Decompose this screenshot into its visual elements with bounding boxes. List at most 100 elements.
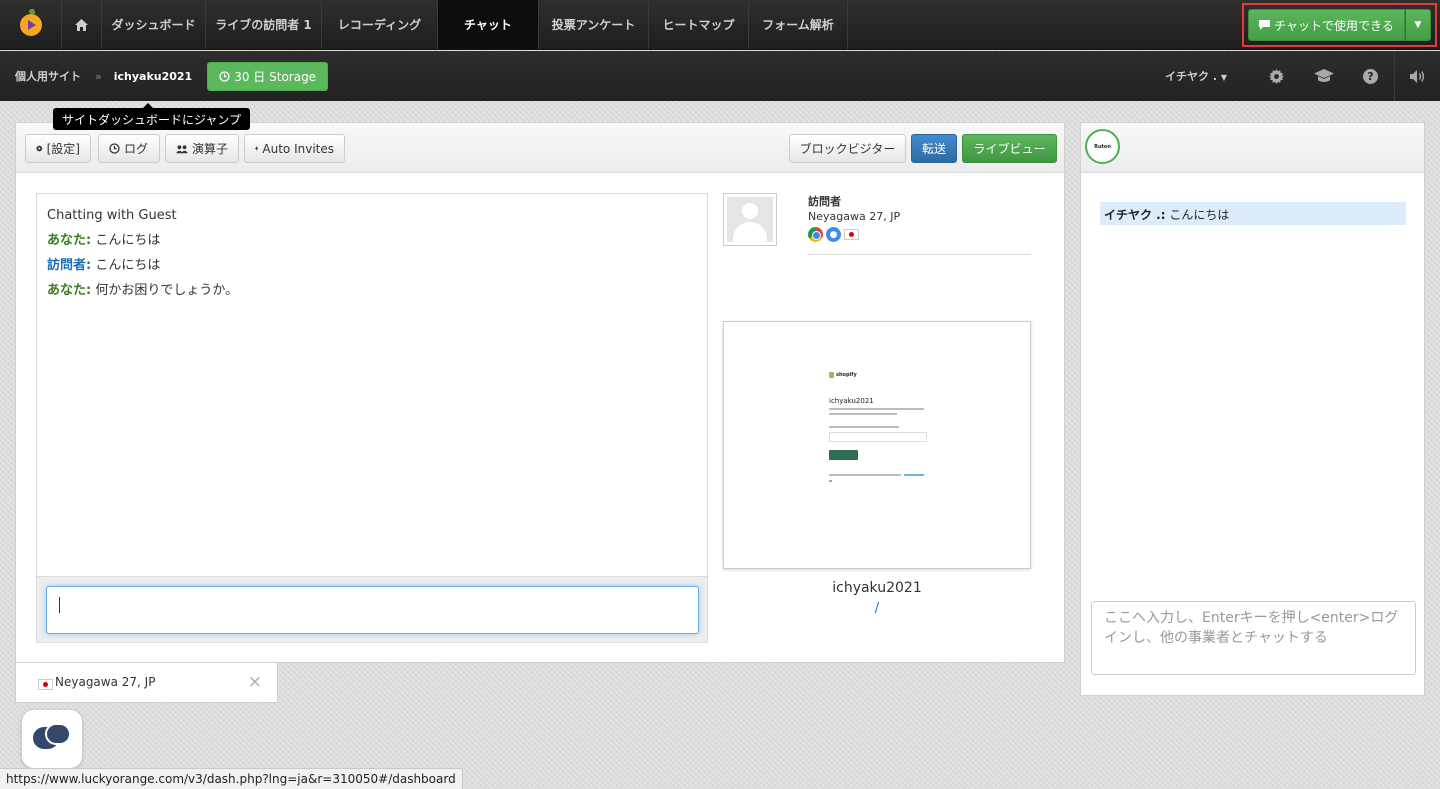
chat-toolbar: [設定] ログ 演算子 Auto Invites ブロックビジター 転送 ライブ…	[16, 123, 1064, 173]
nav-live-visitors-label: ライブの訪問者 1	[215, 18, 312, 32]
preview-text-line	[829, 426, 899, 428]
apple-icon: ●	[826, 227, 841, 242]
help-button[interactable]: ?	[1347, 51, 1394, 101]
clock-icon	[219, 70, 230, 82]
chat-header: Chatting with Guest	[47, 208, 177, 223]
preview-enter-button	[829, 450, 858, 460]
text-cursor	[59, 597, 60, 613]
visitor-location: Neyagawa 27, JP	[808, 210, 901, 223]
chat-message: あなた: 何かお困りでしょうか。	[47, 278, 697, 303]
operator-chat-input[interactable]: ここへ入力し、Enterキーを押し<enter>ログインし、他の事業者とチャット…	[1091, 601, 1416, 675]
chat-input-area	[37, 576, 707, 642]
operator-avatar: Ruton	[1085, 129, 1120, 164]
clock-icon	[109, 143, 120, 154]
visited-page-link[interactable]: /	[723, 601, 1031, 616]
nav-recordings[interactable]: レコーディング	[322, 0, 438, 49]
chat-log: Chatting with Guest あなた: こんにちは 訪問者: こんにち…	[37, 194, 707, 312]
page-preview[interactable]: shopify ichyaku2021	[723, 321, 1031, 569]
chat-widget-button[interactable]	[22, 710, 82, 768]
operator-message-sender: イチヤク .:	[1104, 208, 1166, 222]
chat-bubble-back-icon	[45, 723, 71, 745]
logo-cell[interactable]	[0, 0, 62, 49]
nav-form-analytics[interactable]: フォーム解析	[749, 0, 848, 49]
nav-home[interactable]	[62, 0, 102, 49]
nav-polls-label: 投票アンケート	[551, 18, 636, 32]
bolt-icon	[255, 145, 259, 152]
nav-heatmaps[interactable]: ヒートマップ	[649, 0, 749, 49]
message-speaker: あなた:	[47, 233, 92, 248]
visitor-tab-label: Neyagawa 27, JP	[55, 675, 156, 689]
settings-button[interactable]	[1253, 51, 1300, 101]
question-icon: ?	[1363, 68, 1378, 84]
preview-text-line	[829, 413, 897, 415]
operators-button[interactable]: 演算子	[165, 134, 239, 163]
operator-chat-panel: Ruton イチヤク .: こんにちは ここへ入力し、Enterキーを押し<en…	[1080, 122, 1425, 696]
live-view-button[interactable]: ライブビュー	[962, 134, 1057, 163]
chat-panel: [設定] ログ 演算子 Auto Invites ブロックビジター 転送 ライブ…	[15, 122, 1065, 663]
visited-site-name: ichyaku2021	[832, 580, 922, 596]
message-speaker: あなた:	[47, 283, 92, 298]
user-menu-label: イチヤク .	[1164, 70, 1217, 83]
chat-message-input[interactable]	[46, 586, 699, 634]
academy-button[interactable]	[1300, 51, 1347, 101]
breadcrumb-current-site[interactable]: ichyaku2021	[114, 70, 192, 83]
chat-message: 訪問者: こんにちは	[47, 253, 697, 278]
chat-availability-highlight: チャットで使用できる ▼	[1242, 3, 1437, 47]
nav-live-visitors[interactable]: ライブの訪問者 1	[206, 0, 322, 49]
browser-status-bar: https://www.luckyorange.com/v3/dash.php?…	[0, 768, 463, 789]
caret-down-icon: ▼	[1414, 20, 1422, 30]
transfer-label: 転送	[922, 142, 947, 156]
transfer-button[interactable]: 転送	[911, 134, 957, 163]
shopify-bag-icon	[829, 372, 834, 378]
nav-chat[interactable]: チャット	[438, 0, 539, 49]
log-button[interactable]: ログ	[98, 134, 160, 163]
block-visitor-label: ブロックビジター	[799, 142, 896, 156]
cog-icon	[36, 145, 43, 152]
message-text: こんにちは	[95, 233, 161, 248]
close-icon[interactable]: ×	[248, 672, 262, 692]
tooltip-text: サイトダッシュボードにジャンプ	[62, 112, 242, 127]
chat-availability-dropdown[interactable]: ▼	[1405, 9, 1431, 41]
gear-icon	[1269, 68, 1284, 84]
nav-polls[interactable]: 投票アンケート	[539, 0, 649, 49]
storage-label: 30 日 Storage	[234, 69, 317, 84]
visitor-tech: ●	[808, 227, 1031, 242]
preview-brand: shopify	[836, 372, 857, 378]
sound-button[interactable]	[1394, 51, 1440, 101]
preview-link	[904, 474, 924, 476]
chat-transcript: Chatting with Guest あなた: こんにちは 訪問者: こんにち…	[36, 193, 708, 643]
block-visitor-button[interactable]: ブロックビジター	[789, 134, 906, 163]
breadcrumb-site[interactable]: 個人用サイト	[15, 68, 81, 84]
chat-availability-button[interactable]: チャットで使用できる	[1248, 9, 1405, 41]
user-silhouette-icon	[727, 197, 773, 242]
live-view-label: ライブビュー	[973, 142, 1046, 156]
auto-invites-button[interactable]: Auto Invites	[244, 134, 345, 163]
preview-link	[829, 480, 832, 482]
caret-down-icon: ▼	[1220, 73, 1227, 82]
breadcrumb-bar: 個人用サイト » ichyaku2021 30 日 Storage イチヤク .…	[0, 51, 1440, 101]
settings-toolbar-button[interactable]: [設定]	[25, 134, 91, 163]
preview-title: ichyaku2021	[829, 397, 874, 405]
message-text: こんにちは	[95, 258, 161, 273]
message-text: 何かお困りでしょうか。	[95, 283, 239, 298]
nav-recordings-label: レコーディング	[337, 18, 422, 32]
nav-dashboard[interactable]: ダッシュボード	[102, 0, 206, 49]
operator-logo-text: Ruton	[1094, 143, 1111, 150]
top-navigation: ダッシュボード ライブの訪問者 1 レコーディング チャット 投票アンケート ヒ…	[0, 0, 1440, 50]
nav-form-analytics-label: フォーム解析	[762, 18, 834, 32]
chat-availability-label: チャットで使用できる	[1274, 18, 1394, 33]
site-dashboard-tooltip: サイトダッシュボードにジャンプ	[53, 103, 251, 130]
operator-message-text: こんにちは	[1165, 208, 1230, 222]
storage-button[interactable]: 30 日 Storage	[207, 61, 329, 91]
auto-invites-label: Auto Invites	[262, 141, 334, 156]
lucky-orange-logo-icon[interactable]	[19, 8, 42, 36]
preview-password-field	[829, 432, 927, 442]
chrome-icon	[808, 227, 823, 242]
visitor-info: 訪問者 Neyagawa 27, JP ●	[808, 193, 1031, 255]
graduation-cap-icon	[1313, 69, 1334, 82]
user-menu[interactable]: イチヤク . ▼	[1165, 68, 1227, 84]
account-tools: イチヤク . ▼ ?	[1165, 51, 1440, 101]
visitor-chat-tab[interactable]: Neyagawa 27, JP ×	[15, 663, 278, 703]
home-icon	[75, 18, 88, 31]
operator-message: イチヤク .: こんにちは	[1100, 202, 1406, 225]
